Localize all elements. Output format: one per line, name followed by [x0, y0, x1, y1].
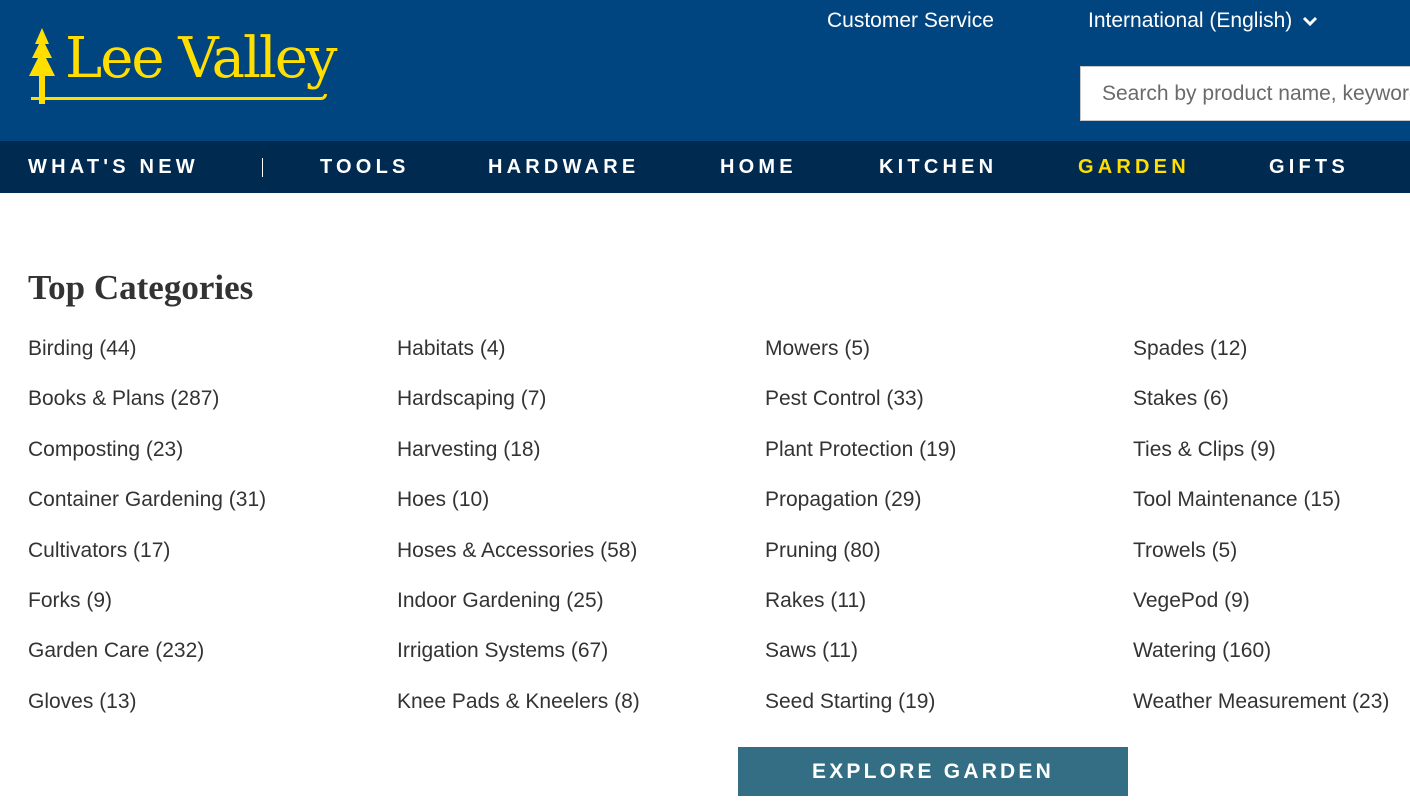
category-link[interactable]: Composting (23): [28, 434, 266, 484]
category-link[interactable]: Cultivators (17): [28, 535, 266, 585]
category-link[interactable]: Stakes (6): [1133, 383, 1389, 433]
page-title: Top Categories: [28, 268, 254, 307]
nav-gifts[interactable]: GIFTS: [1269, 141, 1349, 193]
category-link[interactable]: Tool Maintenance (15): [1133, 484, 1389, 534]
category-link[interactable]: Books & Plans (287): [28, 383, 266, 433]
search-box: [1080, 66, 1410, 121]
explore-garden-button[interactable]: EXPLORE GARDEN: [738, 747, 1128, 796]
category-link[interactable]: Hoses & Accessories (58): [397, 535, 640, 585]
logo-underline: [31, 94, 327, 100]
category-link[interactable]: Seed Starting (19): [765, 686, 956, 736]
nav-kitchen[interactable]: KITCHEN: [879, 141, 997, 193]
category-link[interactable]: Gloves (13): [28, 686, 266, 736]
category-link[interactable]: Spades (12): [1133, 333, 1389, 383]
category-link[interactable]: VegePod (9): [1133, 585, 1389, 635]
category-link[interactable]: Weather Measurement (23): [1133, 686, 1389, 736]
category-link[interactable]: Pruning (80): [765, 535, 956, 585]
nav-tools[interactable]: TOOLS: [320, 141, 410, 193]
category-column-2: Habitats (4) Hardscaping (7) Harvesting …: [397, 333, 640, 736]
logo-text: Lee Valley: [65, 26, 338, 91]
category-link[interactable]: Container Gardening (31): [28, 484, 266, 534]
category-link[interactable]: Propagation (29): [765, 484, 956, 534]
category-link[interactable]: Habitats (4): [397, 333, 640, 383]
category-link[interactable]: Pest Control (33): [765, 383, 956, 433]
category-link[interactable]: Trowels (5): [1133, 535, 1389, 585]
site-header: Lee Valley Customer Service Internationa…: [0, 0, 1410, 141]
chevron-down-icon: [1303, 17, 1318, 27]
category-column-1: Birding (44) Books & Plans (287) Compost…: [28, 333, 266, 736]
category-link[interactable]: Garden Care (232): [28, 635, 266, 685]
main-nav: WHAT'S NEW TOOLS HARDWARE HOME KITCHEN G…: [0, 141, 1410, 193]
category-column-3: Mowers (5) Pest Control (33) Plant Prote…: [765, 333, 956, 736]
nav-divider: [262, 158, 263, 177]
language-label: International (English): [1088, 9, 1293, 32]
category-link[interactable]: Hoes (10): [397, 484, 640, 534]
language-selector[interactable]: International (English): [1088, 8, 1318, 34]
category-link[interactable]: Ties & Clips (9): [1133, 434, 1389, 484]
nav-garden[interactable]: GARDEN: [1078, 141, 1190, 193]
category-link[interactable]: Watering (160): [1133, 635, 1389, 685]
category-link[interactable]: Plant Protection (19): [765, 434, 956, 484]
category-link[interactable]: Knee Pads & Kneelers (8): [397, 686, 640, 736]
category-link[interactable]: Mowers (5): [765, 333, 956, 383]
category-link[interactable]: Rakes (11): [765, 585, 956, 635]
nav-home[interactable]: HOME: [720, 141, 797, 193]
search-input[interactable]: [1081, 67, 1410, 120]
category-link[interactable]: Indoor Gardening (25): [397, 585, 640, 635]
category-link[interactable]: Birding (44): [28, 333, 266, 383]
lee-valley-logo[interactable]: Lee Valley: [27, 26, 357, 106]
nav-hardware[interactable]: HARDWARE: [488, 141, 639, 193]
category-link[interactable]: Hardscaping (7): [397, 383, 640, 433]
category-link[interactable]: Forks (9): [28, 585, 266, 635]
category-link[interactable]: Irrigation Systems (67): [397, 635, 640, 685]
category-column-4: Spades (12) Stakes (6) Ties & Clips (9) …: [1133, 333, 1389, 736]
tree-icon: [29, 28, 55, 104]
category-link[interactable]: Harvesting (18): [397, 434, 640, 484]
customer-service-link[interactable]: Customer Service: [827, 8, 994, 34]
category-link[interactable]: Saws (11): [765, 635, 956, 685]
nav-whats-new[interactable]: WHAT'S NEW: [28, 141, 199, 193]
